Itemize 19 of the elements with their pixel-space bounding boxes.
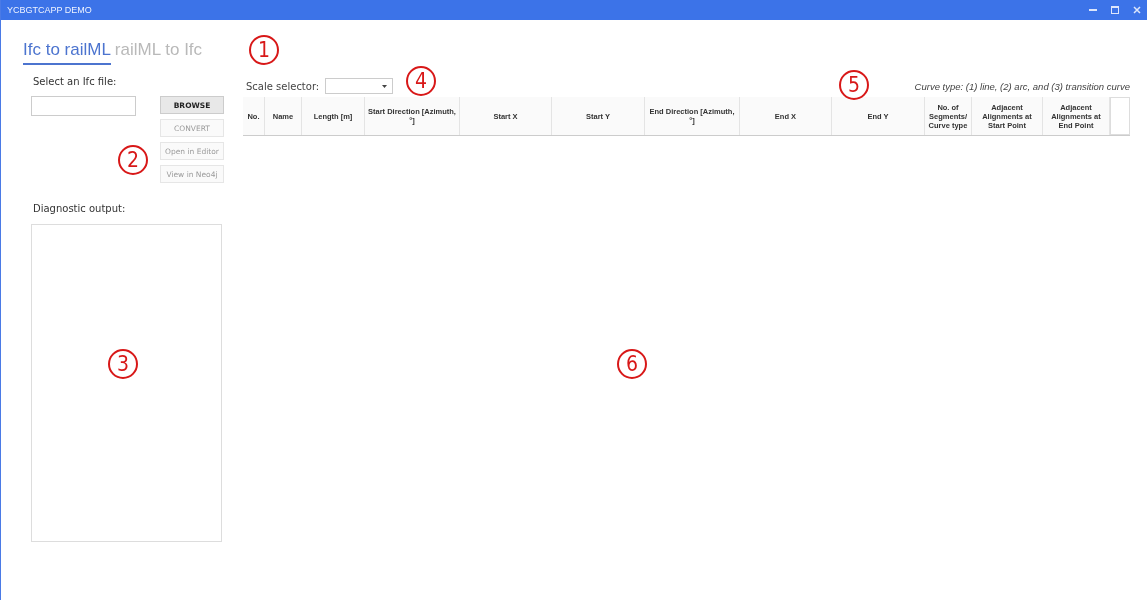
caret-icon	[382, 84, 388, 88]
callout-marker: 5	[839, 70, 869, 100]
field-label: Diagnostic output:	[33, 203, 127, 214]
callout-marker: 6	[617, 349, 647, 379]
callout-marker: 3	[108, 349, 138, 379]
file-path-field[interactable]	[31, 96, 136, 116]
scale-selector-dropdown[interactable]	[325, 78, 394, 94]
callout-marker: 2	[118, 145, 148, 175]
close-icon[interactable]	[1133, 6, 1141, 14]
callout-marker: 1	[249, 35, 279, 65]
diagnostic-output-box[interactable]	[31, 224, 222, 542]
tab[interactable]: Ifc to railML	[23, 40, 111, 65]
maximize-icon[interactable]	[1111, 6, 1119, 14]
callout-marker: 4	[406, 66, 436, 96]
field-label: Select an Ifc file:	[33, 76, 118, 87]
legend-text: Curve type: (1) line, (2) arc, and (3) transition curve	[914, 80, 1130, 92]
minimize-icon[interactable]	[1089, 8, 1097, 12]
window-title: YCBGTCAPP DEMO	[7, 5, 92, 15]
scale-selector-label: Scale selector:	[246, 80, 320, 92]
